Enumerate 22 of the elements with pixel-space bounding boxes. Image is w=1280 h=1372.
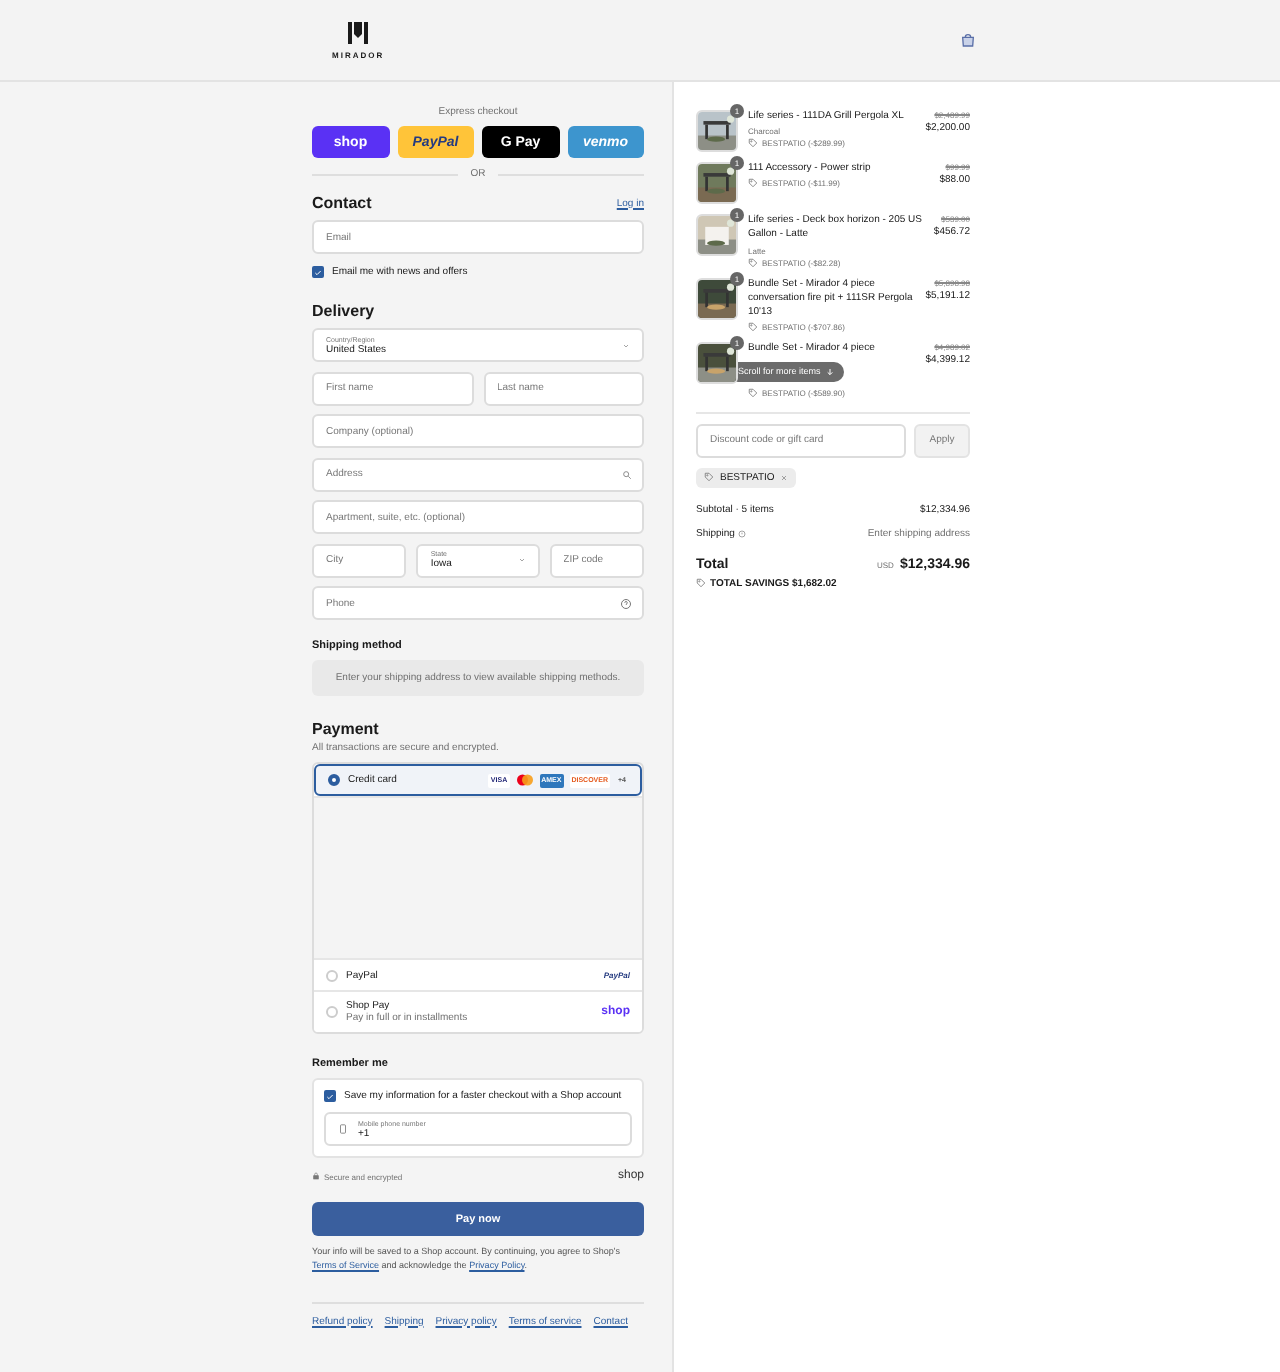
tag-icon	[748, 387, 758, 397]
checkbox[interactable]	[312, 266, 324, 278]
arrow-down-icon	[826, 367, 835, 375]
phone-icon	[338, 1124, 348, 1134]
checkbox[interactable]	[324, 1090, 336, 1102]
section-heading: Payment	[312, 720, 381, 738]
logo-icon	[348, 21, 369, 43]
check-icon	[326, 1091, 334, 1101]
tag-icon	[748, 257, 758, 267]
tag-icon	[704, 472, 714, 482]
tag-icon	[748, 178, 758, 189]
section-heading: Contact	[312, 194, 372, 212]
tag-icon	[748, 138, 758, 149]
lock-icon	[312, 1172, 320, 1180]
shopping-bag-icon[interactable]	[960, 32, 976, 48]
search-icon	[622, 469, 632, 479]
section-heading: Delivery	[312, 302, 377, 320]
radio-button[interactable]	[328, 774, 340, 786]
check-icon	[314, 267, 322, 277]
tag-icon	[748, 322, 758, 333]
card-brand-icon	[515, 774, 534, 786]
tag-icon	[696, 578, 706, 588]
